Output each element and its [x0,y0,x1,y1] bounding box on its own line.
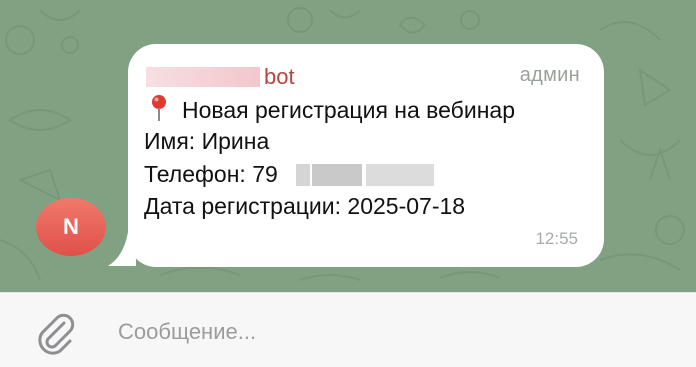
pushpin-icon [152,95,166,121]
message-name-line: Имя: Ирина [144,128,270,154]
message-time: 12:55 [535,229,578,248]
message-title-line: Новая регистрация на вебинар [148,94,515,124]
avatar-initial: N [63,214,79,239]
message-header: bot админ [146,64,580,90]
sender-name-redaction [146,67,260,87]
phone-redaction-3 [366,164,434,186]
phone-redaction-1 [296,164,310,186]
avatar[interactable]: N [36,198,106,256]
message-bubble[interactable]: bot админ Новая регистрация на вебинар И… [128,44,604,267]
message-phone-line: Телефон: 79 [144,161,278,187]
admin-badge: админ [519,64,580,86]
paperclip-icon[interactable] [36,313,76,357]
message-input[interactable]: Сообщение... [118,319,256,345]
phone-redaction-2 [312,164,362,186]
message-date-line: Дата регистрации: 2025-07-18 [144,193,466,219]
sender-name[interactable]: bot [264,64,295,90]
message-title: Новая регистрация на вебинар [182,97,515,123]
message-composer: Сообщение... [0,292,696,367]
